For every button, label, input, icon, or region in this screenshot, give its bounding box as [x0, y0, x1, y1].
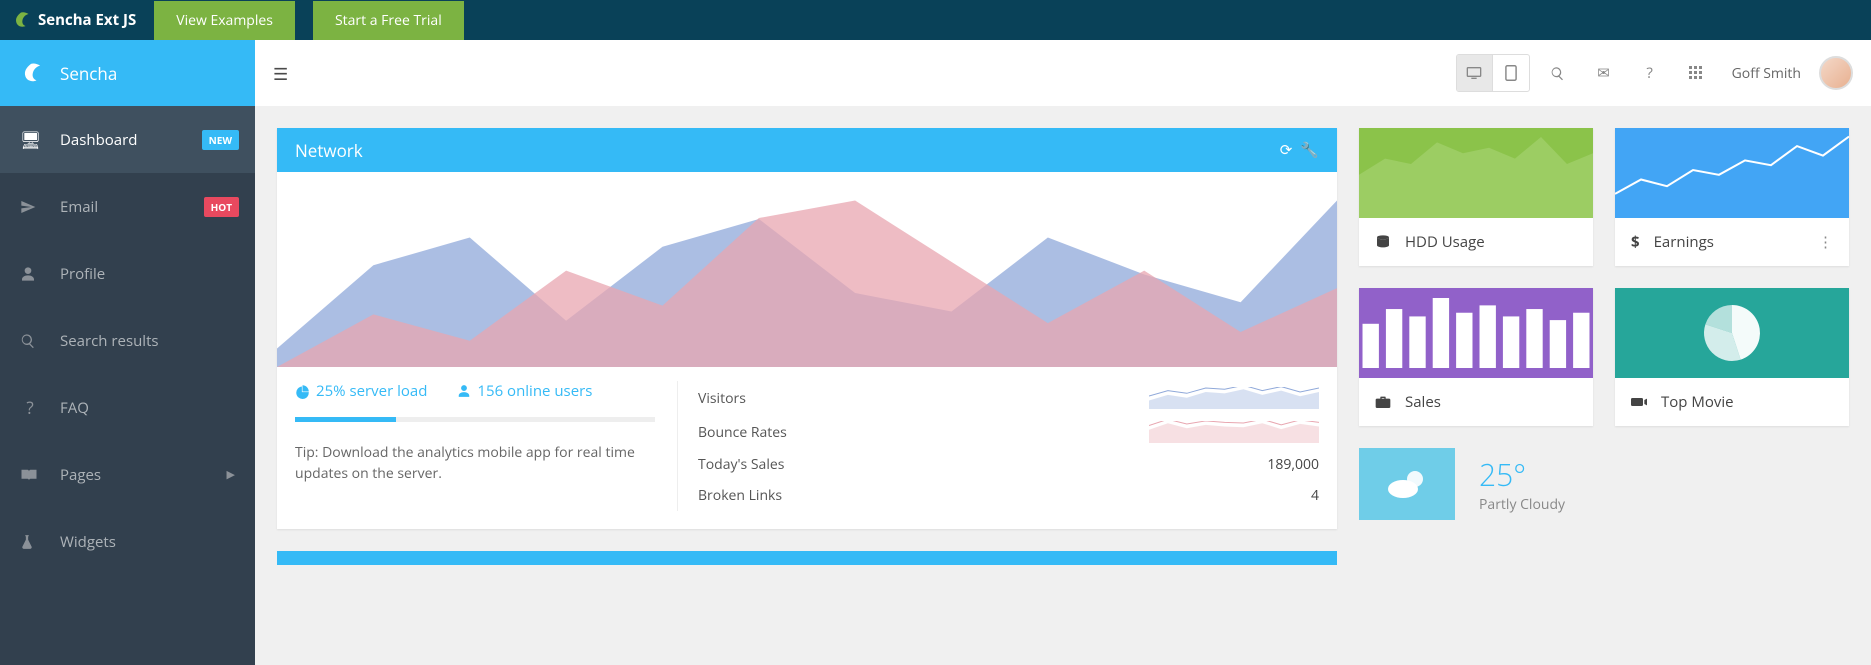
- movie-chart: [1687, 298, 1777, 368]
- card-label: Top Movie: [1661, 392, 1734, 412]
- flask-icon: [20, 534, 40, 550]
- tip-text: Tip: Download the analytics mobile app f…: [295, 442, 655, 484]
- earnings-chart: [1615, 128, 1849, 218]
- stat-today-sales: Today's Sales 189,000: [698, 449, 1319, 480]
- mail-icon[interactable]: ✉: [1586, 55, 1622, 91]
- help-icon[interactable]: ?: [1632, 55, 1668, 91]
- weather-condition: Partly Cloudy: [1479, 495, 1565, 514]
- user-icon: [457, 384, 471, 398]
- header: ☰ ✉ ? Goff Smith: [255, 40, 1871, 106]
- start-trial-button[interactable]: Start a Free Trial: [313, 1, 464, 40]
- stat-broken-links: Broken Links 4: [698, 480, 1319, 511]
- username[interactable]: Goff Smith: [1732, 64, 1801, 83]
- sales-card[interactable]: Sales: [1359, 288, 1593, 426]
- weather-icon: [1359, 448, 1455, 520]
- refresh-icon[interactable]: ⟳: [1280, 140, 1293, 160]
- network-panel: Network ⟳ 🔧 25% server load 156 online u…: [277, 128, 1337, 529]
- tablet-view-button[interactable]: [1493, 55, 1529, 91]
- earnings-card[interactable]: $ Earnings ⋮: [1615, 128, 1849, 266]
- nav-label: Search results: [60, 331, 159, 351]
- bounce-sparkline: [1149, 421, 1319, 443]
- stat-visitors: Visitors: [698, 381, 1319, 415]
- brand: Sencha Ext JS: [12, 10, 136, 30]
- sidebar-item-profile[interactable]: Profile: [0, 240, 255, 307]
- book-icon: [20, 468, 40, 482]
- chevron-right-icon: ▶: [227, 467, 235, 482]
- network-chart: [277, 172, 1337, 367]
- server-load-stat: 25% server load: [295, 381, 427, 401]
- sidebar-header[interactable]: Sencha: [0, 40, 255, 106]
- sidebar-item-email[interactable]: Email HOT: [0, 173, 255, 240]
- temperature: 25°: [1479, 454, 1565, 495]
- pie-icon: [295, 384, 310, 399]
- video-icon: [1631, 396, 1647, 408]
- sidebar-item-faq[interactable]: ? FAQ: [0, 374, 255, 441]
- stat-bounce: Bounce Rates: [698, 415, 1319, 449]
- sidebar-item-widgets[interactable]: Widgets: [0, 508, 255, 575]
- question-icon: ?: [20, 396, 40, 419]
- weather-widget: 25° Partly Cloudy: [1359, 448, 1849, 520]
- network-panel-header: Network ⟳ 🔧: [277, 128, 1337, 172]
- user-icon: [20, 266, 40, 282]
- nav-label: FAQ: [60, 398, 89, 418]
- panel-title: Network: [295, 139, 363, 162]
- card-label: Sales: [1405, 392, 1441, 412]
- send-icon: [20, 199, 40, 215]
- badge-new: NEW: [202, 130, 239, 150]
- sencha-leaf-icon: [12, 11, 30, 29]
- desktop-view-button[interactable]: [1457, 55, 1493, 91]
- card-label: Earnings: [1654, 232, 1714, 252]
- menu-toggle-icon[interactable]: ☰: [273, 62, 288, 85]
- sidebar-item-dashboard[interactable]: 🖥 Dashboard NEW: [0, 106, 255, 173]
- device-toggle: [1456, 54, 1530, 92]
- search-icon: [20, 333, 40, 349]
- visitors-sparkline: [1149, 387, 1319, 409]
- briefcase-icon: [1375, 395, 1391, 409]
- nav-label: Dashboard: [60, 130, 137, 150]
- hdd-chart: [1359, 128, 1593, 218]
- sales-chart: [1359, 288, 1593, 378]
- card-label: HDD Usage: [1405, 232, 1485, 252]
- panel-stub: [277, 551, 1337, 565]
- badge-hot: HOT: [204, 197, 239, 217]
- dollar-icon: $: [1631, 232, 1640, 252]
- nav-label: Pages: [60, 465, 101, 485]
- header-search-icon[interactable]: [1540, 55, 1576, 91]
- hdd-card[interactable]: HDD Usage: [1359, 128, 1593, 266]
- apps-icon[interactable]: [1678, 55, 1714, 91]
- wrench-icon[interactable]: 🔧: [1300, 140, 1319, 160]
- movie-card[interactable]: Top Movie: [1615, 288, 1849, 426]
- sidebar-item-pages[interactable]: Pages ▶: [0, 441, 255, 508]
- nav-label: Widgets: [60, 532, 116, 552]
- online-users-stat: 156 online users: [457, 381, 592, 401]
- avatar[interactable]: [1819, 56, 1853, 90]
- sidebar-item-search[interactable]: Search results: [0, 307, 255, 374]
- sidebar-title: Sencha: [60, 62, 117, 85]
- sencha-logo-icon: [20, 62, 42, 84]
- desktop-icon: 🖥: [20, 128, 40, 151]
- view-examples-button[interactable]: View Examples: [154, 1, 295, 40]
- sidebar: Sencha 🖥 Dashboard NEW Email HOT Profile…: [0, 40, 255, 665]
- top-bar: Sencha Ext JS View Examples Start a Free…: [0, 0, 1871, 40]
- database-icon: [1375, 234, 1391, 250]
- more-icon[interactable]: ⋮: [1818, 232, 1833, 252]
- nav-label: Email: [60, 197, 98, 217]
- brand-text: Sencha Ext JS: [38, 10, 136, 30]
- progress-bar: [295, 417, 655, 422]
- nav-label: Profile: [60, 264, 105, 284]
